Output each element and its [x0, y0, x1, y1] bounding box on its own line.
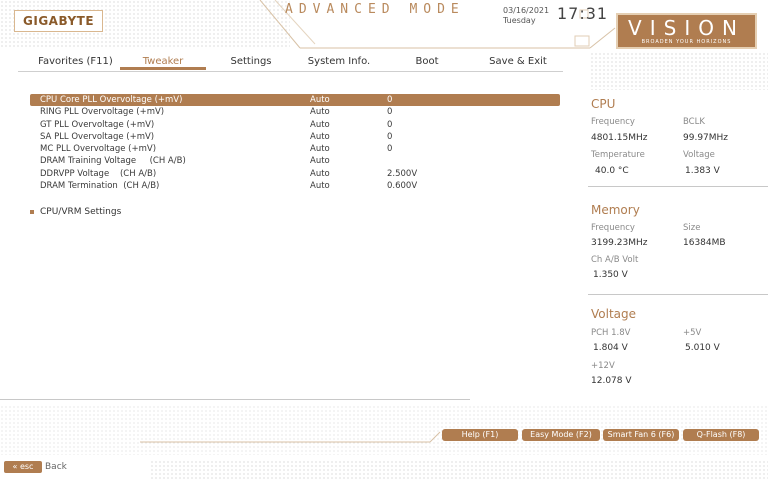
vision-logo-text: VISION	[628, 16, 745, 40]
bclk-value: 99.97MHz	[683, 133, 729, 143]
setting-name: DRAM Termination (CH A/B)	[40, 181, 160, 192]
weekday-text: Tuesday	[503, 16, 536, 25]
esc-button[interactable]: « esc	[4, 461, 42, 473]
setting-row[interactable]: GT PLL Overvoltage (+mV) Auto 0	[30, 119, 560, 131]
setting-row[interactable]: CPU Core PLL Overvoltage (+mV) Auto 0	[30, 94, 560, 107]
12v-value: 12.078 V	[591, 376, 632, 386]
back-arrow-icon: «	[12, 462, 18, 471]
clock-time: 17:31	[557, 4, 609, 23]
setting-mode: Auto	[310, 131, 330, 142]
date-text: 03/16/2021	[503, 6, 550, 15]
bclk-label: BCLK	[683, 117, 705, 127]
tab-favorites[interactable]: Favorites (F11)	[18, 55, 133, 69]
setting-row[interactable]: DRAM Termination (CH A/B) Auto 0.600V	[30, 180, 560, 192]
help-button[interactable]: Help (F1)	[442, 429, 518, 441]
memory-frequency-value: 3199.23MHz	[591, 238, 648, 248]
memory-section-title: Memory	[591, 203, 640, 217]
tab-save-exit[interactable]: Save & Exit	[473, 55, 563, 69]
bottom-divider	[0, 399, 470, 400]
easy-mode-button[interactable]: Easy Mode (F2)	[522, 429, 600, 441]
cpu-temp-value: 40.0 °C	[595, 166, 629, 176]
setting-name: RING PLL Overvoltage (+mV)	[40, 107, 165, 118]
cpu-temp-label: Temperature	[591, 150, 645, 160]
tab-settings[interactable]: Settings	[208, 55, 294, 69]
voltage-section-title: Voltage	[591, 307, 637, 321]
setting-value: 0	[387, 107, 393, 118]
memory-size-label: Size	[683, 223, 701, 233]
setting-value: 0	[387, 119, 393, 130]
setting-row[interactable]: MC PLL Overvoltage (+mV) Auto 0	[30, 143, 560, 155]
pch-voltage-label: PCH 1.8V	[591, 328, 631, 338]
memory-frequency-label: Frequency	[591, 223, 635, 233]
setting-value: 0	[387, 144, 393, 155]
pch-voltage-value: 1.804 V	[593, 343, 628, 353]
setting-value: 0	[387, 95, 393, 105]
panel-divider	[588, 294, 768, 295]
submenu-label: CPU/VRM Settings	[40, 207, 122, 217]
setting-mode: Auto	[310, 168, 330, 179]
submenu-cpu-vrm-settings[interactable]: CPU/VRM Settings	[30, 207, 121, 217]
setting-mode: Auto	[310, 181, 330, 192]
vision-tagline: BROADEN YOUR HORIZONS	[641, 39, 732, 45]
tab-boot[interactable]: Boot	[384, 55, 470, 69]
datetime: 03/16/2021 Tuesday	[503, 6, 549, 26]
setting-value: 0	[387, 131, 393, 142]
setting-mode: Auto	[310, 144, 330, 155]
setting-row[interactable]: SA PLL Overvoltage (+mV) Auto 0	[30, 131, 560, 143]
setting-mode: Auto	[310, 107, 330, 118]
cpu-section-title: CPU	[591, 97, 616, 111]
setting-value: 2.500V	[387, 168, 418, 179]
5v-label: +5V	[683, 328, 702, 338]
setting-mode: Auto	[310, 119, 330, 130]
setting-value: 0.600V	[387, 181, 418, 192]
brand-logo: GIGABYTE	[14, 10, 104, 32]
setting-name: CPU Core PLL Overvoltage (+mV)	[40, 95, 183, 105]
memory-volt-label: Ch A/B Volt	[591, 255, 639, 265]
cpu-voltage-label: Voltage	[683, 150, 715, 160]
setting-row[interactable]: DDRVPP Voltage (CH A/B) Auto 2.500V	[30, 168, 560, 180]
cpu-voltage-value: 1.383 V	[685, 166, 720, 176]
mode-title: ADVANCED MODE	[285, 2, 465, 17]
smart-fan-button[interactable]: Smart Fan 6 (F6)	[603, 429, 679, 441]
5v-value: 5.010 V	[685, 343, 720, 353]
memory-size-value: 16384MB	[683, 238, 726, 248]
main-tabs: Favorites (F11) Tweaker Settings System …	[18, 55, 563, 72]
vision-logo: VISION BROADEN YOUR HORIZONS	[616, 13, 757, 49]
panel-divider	[588, 186, 768, 187]
setting-name: DDRVPP Voltage (CH A/B)	[40, 168, 157, 179]
active-tab-indicator	[120, 67, 206, 70]
setting-name: SA PLL Overvoltage (+mV)	[40, 131, 155, 142]
bottom-dot-texture	[150, 460, 768, 480]
setting-mode: Auto	[310, 156, 330, 167]
bullet-icon	[30, 209, 34, 214]
esc-label: esc	[19, 462, 34, 471]
settings-list: CPU Core PLL Overvoltage (+mV) Auto 0 RI…	[30, 94, 560, 192]
12v-label: +12V	[591, 361, 615, 371]
q-flash-button[interactable]: Q-Flash (F8)	[683, 429, 759, 441]
tab-system-info[interactable]: System Info.	[296, 55, 382, 69]
setting-row[interactable]: RING PLL Overvoltage (+mV) Auto 0	[30, 106, 560, 118]
bios-screen: GIGABYTE ADVANCED MODE 03/16/2021 Tuesda…	[0, 0, 768, 480]
back-label: Back	[45, 462, 67, 472]
cpu-frequency-value: 4801.15MHz	[591, 133, 648, 143]
setting-row[interactable]: DRAM Training Voltage (CH A/B) Auto	[30, 155, 560, 167]
setting-name: DRAM Training Voltage (CH A/B)	[40, 156, 186, 167]
setting-name: GT PLL Overvoltage (+mV)	[40, 119, 155, 130]
cpu-frequency-label: Frequency	[591, 117, 635, 127]
memory-volt-value: 1.350 V	[593, 270, 628, 280]
setting-name: MC PLL Overvoltage (+mV)	[40, 144, 157, 155]
setting-mode: Auto	[310, 95, 330, 105]
